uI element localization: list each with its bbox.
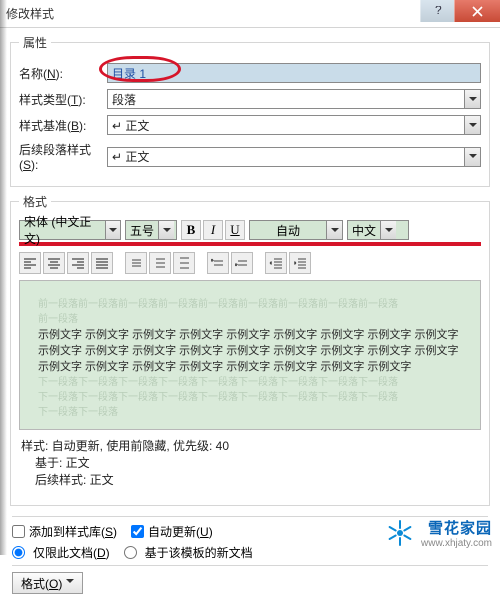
next-style-select[interactable]: ↵ 正文 (107, 147, 481, 167)
chevron-down-icon[interactable] (326, 221, 342, 239)
watermark: 雪花家园 www.xhjaty.com (385, 517, 492, 549)
this-document-radio[interactable]: 仅限此文档(D) (12, 544, 110, 561)
chevron-down-icon[interactable] (464, 148, 480, 166)
svg-text:?: ? (435, 6, 442, 16)
decrease-indent-button[interactable] (265, 252, 287, 274)
style-type-label: 样式类型(T): (19, 91, 107, 108)
style-preview: 前一段落前一段落前一段落前一段落前一段落前一段落前一段落前一段落前一段落 前一段… (19, 280, 481, 430)
align-justify-button[interactable] (91, 252, 113, 274)
window-controls: ? (420, 0, 500, 22)
font-face-select[interactable]: 宋体 (中文正文) (19, 220, 121, 240)
decrease-before-button[interactable] (231, 252, 253, 274)
biu-group: B I U (181, 220, 245, 240)
add-to-gallery-checkbox[interactable]: 添加到样式库(S) (12, 523, 117, 540)
align-center-button[interactable] (43, 252, 65, 274)
format-menu-button[interactable]: 格式(O) (12, 572, 83, 594)
auto-update-checkbox[interactable]: 自动更新(U) (131, 523, 213, 540)
help-button[interactable]: ? (420, 0, 454, 22)
close-button[interactable] (454, 0, 500, 22)
style-description: 样式: 自动更新, 使用前隐藏, 优先级: 40 基于: 正文 后续样式: 正文 (21, 438, 479, 489)
font-color-select[interactable]: 自动 (249, 220, 343, 240)
template-radio[interactable]: 基于该模板的新文档 (124, 544, 253, 561)
style-name-input[interactable] (107, 63, 481, 83)
line-spacing-2-button[interactable] (149, 252, 171, 274)
italic-button[interactable]: I (203, 220, 223, 240)
format-legend: 格式 (19, 193, 51, 210)
next-style-label: 后续段落样式(S): (19, 141, 107, 172)
properties-group: 属性 名称(N): 样式类型(T): 段落 样式基准(B): (10, 34, 490, 187)
chevron-down-icon[interactable] (158, 221, 174, 239)
chevron-down-icon[interactable] (464, 116, 480, 134)
name-label: 名称(N): (19, 65, 107, 82)
font-lang-select[interactable]: 中文 (347, 220, 409, 240)
style-type-select[interactable]: 段落 (107, 89, 481, 109)
chevron-down-icon[interactable] (105, 221, 120, 239)
align-left-button[interactable] (19, 252, 41, 274)
based-on-label: 样式基准(B): (19, 117, 107, 134)
align-right-button[interactable] (67, 252, 89, 274)
bold-button[interactable]: B (181, 220, 201, 240)
increase-before-button[interactable] (207, 252, 229, 274)
titlebar: 修改样式 ? (0, 0, 500, 28)
spacing-group (125, 252, 195, 274)
format-group: 格式 宋体 (中文正文) 五号 B I U 自动 中文 (10, 193, 490, 506)
dialog-body: 属性 名称(N): 样式类型(T): 段落 样式基准(B): (0, 28, 500, 598)
para-spacing-group (207, 252, 253, 274)
increase-indent-button[interactable] (289, 252, 311, 274)
chevron-down-icon[interactable] (464, 90, 480, 108)
window-title: 修改样式 (6, 5, 54, 22)
snowflake-icon (385, 518, 415, 548)
underline-button[interactable]: U (225, 220, 245, 240)
chevron-down-icon[interactable] (380, 221, 396, 239)
line-spacing-3-button[interactable] (173, 252, 195, 274)
line-spacing-1-button[interactable] (125, 252, 147, 274)
indent-group (265, 252, 311, 274)
properties-legend: 属性 (19, 34, 51, 51)
alignment-group (19, 252, 113, 274)
font-size-select[interactable]: 五号 (125, 220, 177, 240)
chevron-down-icon (66, 576, 74, 590)
based-on-select[interactable]: ↵ 正文 (107, 115, 481, 135)
